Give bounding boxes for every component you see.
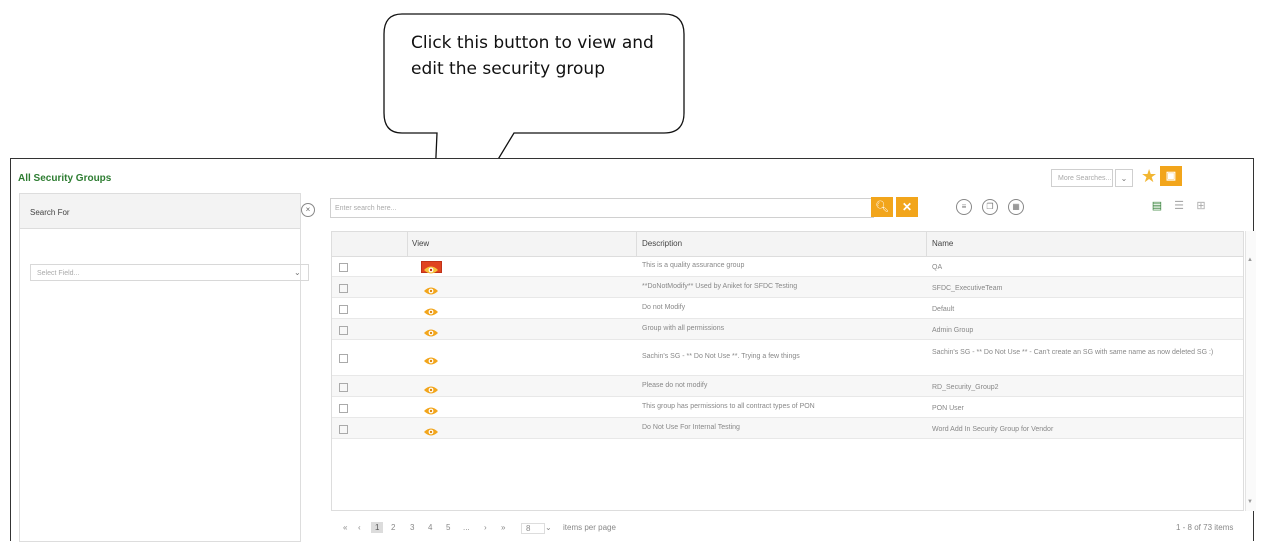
- column-divider: [926, 232, 927, 256]
- close-icon: ✕: [901, 200, 913, 214]
- row-checkbox[interactable]: [339, 325, 348, 335]
- name-cell: Word Add In Security Group for Vendor: [932, 425, 1054, 433]
- page-4[interactable]: 4: [428, 523, 432, 532]
- chevron-down-icon[interactable]: ⌄: [1115, 169, 1133, 187]
- description-cell: Sachin's SG - ** Do Not Use **. Trying a…: [642, 353, 800, 360]
- list-settings-icon[interactable]: ≡: [956, 199, 972, 215]
- name-cell: PON User: [932, 404, 964, 412]
- table-row[interactable]: Group with all permissions Admin Group: [332, 319, 1243, 340]
- page-1[interactable]: 1: [371, 522, 384, 533]
- last-page-icon[interactable]: »: [501, 523, 505, 532]
- list-view-icon[interactable]: ☰: [1171, 199, 1187, 213]
- eye-icon[interactable]: [423, 403, 439, 414]
- row-checkbox[interactable]: [339, 262, 348, 272]
- name-cell: Default: [932, 305, 955, 313]
- table-row[interactable]: This group has permissions to all contra…: [332, 397, 1243, 418]
- scroll-down-icon[interactable]: ▼: [1247, 499, 1253, 505]
- description-cell: Group with all permissions: [642, 324, 725, 332]
- name-cell: RD_Security_Group2: [932, 383, 999, 391]
- description-cell: Do not Modify: [642, 303, 686, 311]
- page-title: All Security Groups: [18, 173, 112, 184]
- eye-icon[interactable]: [423, 304, 439, 315]
- description-cell: Do Not Use For Internal Testing: [642, 423, 740, 431]
- next-page-icon[interactable]: ›: [484, 523, 487, 532]
- page-3[interactable]: 3: [410, 523, 414, 532]
- first-page-icon[interactable]: «: [343, 523, 347, 532]
- name-cell: Admin Group: [932, 326, 974, 334]
- grid-view-icon[interactable]: ▤: [1149, 199, 1165, 213]
- save-button[interactable]: ▣: [1160, 166, 1182, 186]
- items-per-page-label: items per page: [563, 523, 616, 532]
- row-checkbox[interactable]: [339, 283, 348, 293]
- export-icon[interactable]: ▦: [1008, 199, 1024, 215]
- eye-icon[interactable]: [423, 262, 439, 273]
- description-cell: This group has permissions to all contra…: [642, 402, 815, 410]
- description-cell: Please do not modify: [642, 381, 708, 389]
- table-row[interactable]: **DoNotModify** Used by Aniket for SFDC …: [332, 277, 1243, 298]
- search-button[interactable]: 🔍︎: [871, 197, 893, 217]
- row-checkbox[interactable]: [339, 382, 348, 392]
- row-checkbox[interactable]: [339, 354, 348, 363]
- table-row[interactable]: Please do not modify RD_Security_Group2: [332, 376, 1243, 397]
- eye-icon[interactable]: [423, 382, 439, 393]
- eye-icon[interactable]: [423, 283, 439, 294]
- tile-view-icon[interactable]: ⊞: [1193, 199, 1209, 213]
- chevron-down-icon[interactable]: ⌄: [545, 523, 552, 532]
- name-cell: SFDC_ExecutiveTeam: [932, 284, 1003, 292]
- column-header-view[interactable]: View: [412, 239, 429, 248]
- description-cell: **DoNotModify** Used by Aniket for SFDC …: [642, 282, 798, 290]
- page-5[interactable]: 5: [446, 523, 450, 532]
- table-header: View Description Name: [332, 232, 1243, 257]
- chevron-down-icon[interactable]: ⌄: [294, 264, 301, 281]
- column-header-name[interactable]: Name: [932, 239, 953, 248]
- page-size-select[interactable]: 8: [521, 523, 546, 534]
- column-divider: [407, 232, 408, 256]
- table-row[interactable]: Sachin's SG - ** Do Not Use **. Trying a…: [332, 340, 1243, 376]
- table-row[interactable]: Do Not Use For Internal Testing Word Add …: [332, 418, 1243, 439]
- page-2[interactable]: 2: [391, 523, 395, 532]
- more-searches-select[interactable]: More Searches...: [1051, 169, 1113, 187]
- select-field-dropdown[interactable]: Select Field...: [30, 264, 309, 281]
- security-groups-panel: All Security Groups More Searches... ⌄ ★…: [10, 158, 1256, 542]
- search-input[interactable]: Enter search here...: [330, 198, 874, 218]
- callout-text: Click this button to view and edit the s…: [411, 33, 654, 79]
- page-more[interactable]: ...: [463, 523, 470, 532]
- eye-icon[interactable]: [423, 424, 439, 435]
- search-icon: 🔍︎: [875, 201, 889, 213]
- search-for-label: Search For: [30, 208, 70, 217]
- row-checkbox[interactable]: [339, 424, 348, 434]
- star-icon[interactable]: ★: [1141, 166, 1157, 187]
- eye-icon[interactable]: [423, 353, 439, 365]
- pager: « ‹ 1 2 3 4 5 ... › » 8 ⌄ items per page…: [331, 516, 1244, 542]
- column-header-description[interactable]: Description: [642, 239, 682, 248]
- copy-icon[interactable]: ❐: [982, 199, 998, 215]
- name-cell: Sachin's SG - ** Do Not Use ** - Can't c…: [932, 349, 1214, 356]
- security-groups-table: View Description Name This is a quality …: [331, 231, 1244, 511]
- column-divider: [636, 232, 637, 256]
- table-row[interactable]: This is a quality assurance group QA: [332, 256, 1243, 277]
- pager-summary: 1 - 8 of 73 items: [1176, 523, 1234, 532]
- eye-icon[interactable]: [423, 325, 439, 336]
- search-for-panel: Search For Select Field... ⌄: [19, 193, 309, 542]
- row-checkbox[interactable]: [339, 304, 348, 314]
- table-row[interactable]: Do not Modify Default: [332, 298, 1243, 319]
- close-circle-icon[interactable]: ×: [301, 203, 315, 217]
- row-checkbox[interactable]: [339, 403, 348, 413]
- prev-page-icon[interactable]: ‹: [358, 523, 361, 532]
- save-icon: ▣: [1165, 170, 1177, 182]
- scroll-up-icon[interactable]: ▲: [1247, 257, 1253, 263]
- vertical-scrollbar[interactable]: [1245, 231, 1256, 511]
- name-cell: QA: [932, 263, 943, 271]
- clear-search-button[interactable]: ✕: [896, 197, 918, 217]
- description-cell: This is a quality assurance group: [642, 261, 745, 269]
